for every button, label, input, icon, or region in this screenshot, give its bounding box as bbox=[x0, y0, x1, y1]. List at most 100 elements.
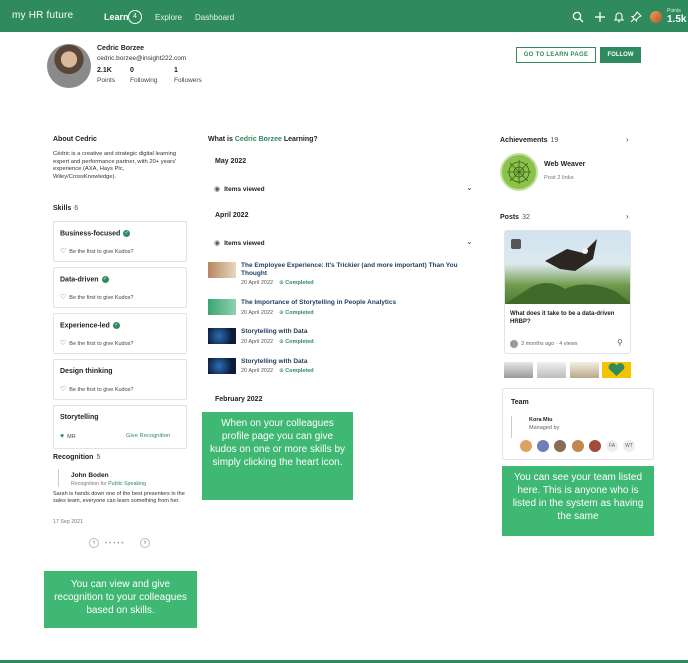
team-member-avatar[interactable] bbox=[537, 440, 549, 452]
managed-by: Managed by bbox=[529, 425, 560, 431]
plus-icon[interactable] bbox=[594, 11, 606, 23]
post-thumb[interactable] bbox=[602, 362, 631, 378]
nav-learn[interactable]: Learn bbox=[104, 12, 129, 22]
post-thumb[interactable] bbox=[537, 362, 566, 378]
check-icon: ✓ bbox=[123, 230, 131, 237]
kudos-text: Be the first to give Kudos? bbox=[69, 387, 134, 393]
pin-icon[interactable]: ⚲ bbox=[617, 338, 623, 347]
stat-followers-value: 1 bbox=[174, 67, 178, 74]
skill-label: Design thinking bbox=[60, 368, 113, 375]
check-icon: ✓ bbox=[112, 322, 120, 329]
recognition-divider bbox=[58, 469, 66, 487]
give-recognition-link[interactable]: Give Recognition bbox=[126, 433, 170, 439]
heart-icon[interactable]: ♡ bbox=[60, 339, 66, 347]
nav-explore[interactable]: Explore bbox=[155, 13, 182, 22]
points-value: 1.5k bbox=[667, 14, 687, 25]
post-author-avatar bbox=[510, 340, 518, 348]
badge-sub: Post 2 links bbox=[544, 175, 574, 181]
next-arrow-icon[interactable]: › bbox=[140, 538, 150, 548]
status-label: Completed bbox=[285, 368, 314, 374]
kudos-prompt[interactable]: ♡ Be the first to give Kudos? bbox=[60, 385, 134, 393]
team-heading: Team bbox=[511, 399, 529, 406]
heart-icon[interactable]: ♡ bbox=[60, 293, 66, 301]
follow-button[interactable]: FOLLOW bbox=[600, 47, 641, 63]
team-member-avatar[interactable] bbox=[520, 440, 532, 452]
learning-item-title[interactable]: The Employee Experience: It's Trickier (… bbox=[241, 262, 473, 278]
pin-icon[interactable] bbox=[630, 11, 642, 23]
recognition-skill[interactable]: Public Speaking bbox=[108, 481, 146, 487]
kudos-prompt[interactable]: ♡ Be the first to give Kudos? bbox=[60, 339, 134, 347]
bell-icon[interactable] bbox=[613, 11, 625, 23]
heart-icon[interactable]: ♡ bbox=[60, 385, 66, 393]
chevron-down-icon[interactable]: ⌄ bbox=[466, 237, 473, 246]
learning-thumbnail[interactable] bbox=[208, 299, 236, 315]
kudos-user: MR bbox=[67, 434, 76, 440]
eagle-image bbox=[505, 239, 630, 304]
post-thumb[interactable] bbox=[570, 362, 599, 378]
learning-item-meta: 20 April 2022 ⊙ Completed bbox=[241, 280, 314, 286]
items-viewed-toggle[interactable]: ◉ Items viewed bbox=[214, 239, 265, 247]
month-label: April 2022 bbox=[215, 212, 249, 219]
web-weaver-badge-icon[interactable] bbox=[500, 153, 538, 191]
recognition-count: 5 bbox=[96, 454, 101, 461]
achievements-heading: Achievements 19 bbox=[500, 137, 558, 144]
team-member-initials[interactable]: FA bbox=[606, 440, 618, 452]
check-icon: ✓ bbox=[101, 276, 109, 283]
team-member-initials[interactable]: WT bbox=[623, 440, 635, 452]
team-divider bbox=[511, 416, 512, 438]
learning-thumbnail[interactable] bbox=[208, 358, 236, 374]
items-viewed-toggle[interactable]: ◉ Items viewed bbox=[214, 185, 265, 193]
user-avatar[interactable] bbox=[650, 11, 662, 23]
skills-count: 6 bbox=[74, 205, 79, 212]
spider-web-icon bbox=[507, 160, 531, 184]
heart-icon[interactable]: ♡ bbox=[60, 247, 66, 255]
search-icon[interactable] bbox=[572, 11, 584, 23]
recognition-for-prefix: Recognition for bbox=[71, 481, 107, 487]
month-label: May 2022 bbox=[215, 158, 247, 165]
stat-following-value: 0 bbox=[130, 67, 134, 74]
completed-status: ⊙ Completed bbox=[279, 339, 314, 345]
pager-dots[interactable]: ••••• bbox=[105, 541, 126, 547]
heart-filled-icon[interactable]: ♥ bbox=[60, 433, 64, 440]
chevron-down-icon[interactable]: ⌄ bbox=[466, 183, 473, 192]
kudos-prompt[interactable]: ♡ Be the first to give Kudos? bbox=[60, 247, 134, 255]
team-member-avatar[interactable] bbox=[554, 440, 566, 452]
post-title[interactable]: What does it take to be a data-driven HR… bbox=[510, 310, 625, 326]
kudos-given: ♥ MR bbox=[60, 433, 76, 440]
post-image[interactable] bbox=[505, 231, 630, 304]
stat-points-label: Points bbox=[97, 77, 116, 84]
learning-item-title[interactable]: Storytelling with Data bbox=[241, 328, 307, 335]
skill-name: Storytelling bbox=[60, 414, 99, 421]
learning-item-title[interactable]: Storytelling with Data bbox=[241, 358, 307, 365]
learning-item-title[interactable]: The Importance of Storytelling in People… bbox=[241, 299, 396, 306]
completed-status: ⊙ Completed bbox=[279, 368, 314, 374]
skill-name: Data-driven ✓ bbox=[60, 276, 109, 283]
badge-name[interactable]: Web Weaver bbox=[544, 161, 585, 168]
recognition-date: 17 Sep 2021 bbox=[53, 519, 84, 525]
nav-dashboard[interactable]: Dashboard bbox=[195, 13, 234, 22]
learn-count-badge: 4 bbox=[128, 10, 142, 24]
learning-thumbnail[interactable] bbox=[208, 328, 236, 344]
learning-thumbnail[interactable] bbox=[208, 262, 236, 278]
kudos-text: Be the first to give Kudos? bbox=[69, 249, 134, 255]
post-thumb[interactable] bbox=[504, 362, 533, 378]
recognition-heading: Recognition 5 bbox=[53, 454, 100, 461]
stat-following-label[interactable]: Following bbox=[130, 77, 157, 84]
chevron-right-icon[interactable]: › bbox=[626, 135, 629, 144]
team-member-avatar[interactable] bbox=[589, 440, 601, 452]
logo[interactable]: my HR future bbox=[12, 10, 73, 21]
chevron-right-icon[interactable]: › bbox=[626, 212, 629, 221]
team-member-avatar[interactable] bbox=[572, 440, 584, 452]
month-label: February 2022 bbox=[215, 396, 263, 403]
achievements-heading-label: Achievements bbox=[500, 137, 548, 144]
eye-icon: ◉ bbox=[214, 186, 221, 193]
go-to-learn-page-button[interactable]: GO TO LEARN PAGE bbox=[516, 47, 596, 63]
prev-arrow-icon[interactable]: ‹ bbox=[89, 538, 99, 548]
stat-followers-label[interactable]: Followers bbox=[174, 77, 202, 84]
kudos-prompt[interactable]: ♡ Be the first to give Kudos? bbox=[60, 293, 134, 301]
post-card[interactable]: What does it take to be a data-driven HR… bbox=[504, 230, 631, 354]
tooltip-kudos: When on your colleagues profile page you… bbox=[202, 412, 353, 500]
team-person[interactable]: Kora Miu bbox=[529, 417, 553, 423]
about-text: Cédric is a creative and strategic digit… bbox=[53, 151, 177, 180]
items-viewed-label: Items viewed bbox=[224, 240, 265, 247]
